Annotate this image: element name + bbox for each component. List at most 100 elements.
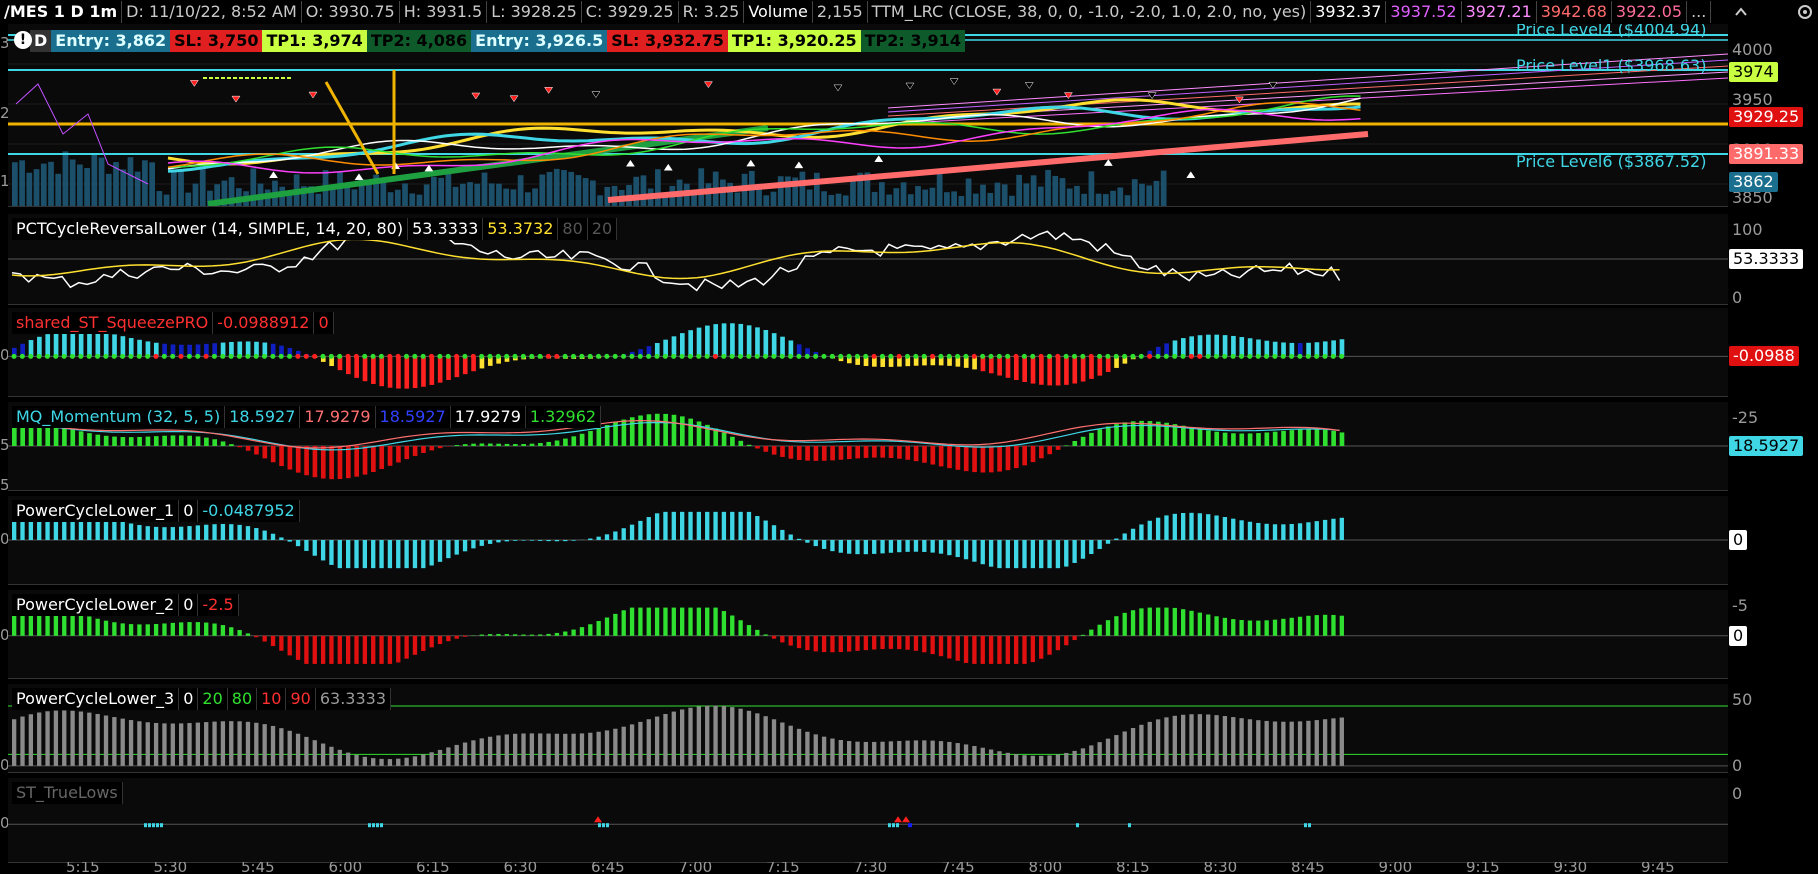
- study-title-pc3[interactable]: PowerCycleLower_3 0 20 80 10 90 63.3333: [12, 688, 392, 710]
- power-bar: [1114, 735, 1119, 766]
- volume-bar: [907, 194, 914, 206]
- squeeze-dot: [562, 353, 568, 359]
- study-title-squeeze[interactable]: shared_ST_SqueezePRO -0.0988912 0: [12, 312, 334, 334]
- study-canvas-pc2[interactable]: [8, 590, 1728, 678]
- study-panel-truelows[interactable]: ST_TrueLows: [8, 778, 1728, 863]
- histogram-bar: [847, 446, 852, 460]
- cycle-bar: [153, 623, 159, 636]
- alert-icon[interactable]: !: [14, 31, 32, 49]
- squeeze-dot: [646, 353, 652, 359]
- volume-bar: [1088, 171, 1095, 206]
- squeeze-dot: [879, 353, 885, 359]
- cycle-bar: [629, 524, 635, 540]
- cycle-bar: [705, 607, 710, 636]
- volume-bar: [893, 188, 900, 206]
- lrc-study-label[interactable]: TTM_LRC (CLOSE, 38, 0, 0, -1.0, -2.0, 1.…: [868, 1, 1312, 23]
- more-studies[interactable]: ...: [1687, 1, 1712, 23]
- cycle-bar: [1214, 515, 1219, 540]
- trade-d-label: D: [30, 30, 52, 52]
- power-bar: [529, 733, 535, 766]
- study-title-truelows[interactable]: ST_TrueLows: [12, 782, 123, 804]
- histogram-bar: [521, 443, 527, 446]
- collapse-up-icon[interactable]: [1728, 0, 1754, 24]
- cycle-bar: [847, 540, 852, 554]
- time-tick: 5:30: [153, 862, 188, 874]
- histogram-bar: [680, 416, 685, 446]
- cycle-bar: [329, 635, 334, 664]
- squeeze-dot: [788, 353, 794, 359]
- true-low-marker: [144, 823, 147, 828]
- power-bar: [563, 733, 568, 766]
- cycle-bar: [888, 635, 894, 649]
- left-scale-tick: 3: [0, 34, 8, 52]
- study-panel-squeeze[interactable]: shared_ST_SqueezePRO -0.0988912 0: [8, 308, 1728, 397]
- histogram-bar: [1197, 335, 1203, 357]
- signal-arrow-icon: [874, 155, 884, 162]
- study-panel-pc3[interactable]: PowerCycleLower_3 0 20 80 10 90 63.3333: [8, 684, 1728, 773]
- study-title-pc2[interactable]: PowerCycleLower_2 0 -2.5: [12, 594, 239, 616]
- cycle-bar: [955, 635, 960, 661]
- histogram-bar: [1097, 429, 1103, 446]
- squeeze-dot: [921, 353, 927, 359]
- cycle-bar: [554, 540, 560, 542]
- study-scale-pc3[interactable]: 50 0: [1728, 684, 1818, 775]
- squeeze-dot: [312, 353, 318, 359]
- histogram-bar: [237, 446, 243, 448]
- histogram-bar: [379, 356, 385, 387]
- study-scale-truelows[interactable]: 0: [1728, 778, 1818, 862]
- power-bar: [387, 759, 393, 766]
- study-panel-pc2[interactable]: PowerCycleLower_2 0 -2.5: [8, 590, 1728, 679]
- volume-bar: [192, 183, 199, 206]
- histogram-bar: [128, 338, 134, 357]
- histogram-bar: [1197, 428, 1203, 446]
- study-value: -2.5: [198, 594, 239, 616]
- histogram-bar: [162, 435, 167, 446]
- cycle-bar: [237, 630, 242, 636]
- volume-study-label[interactable]: Volume: [744, 1, 813, 23]
- volume-bar: [315, 193, 322, 206]
- squeeze-dot: [687, 353, 693, 359]
- cycle-bar: [596, 621, 601, 636]
- power-bar: [237, 721, 242, 766]
- symbol-label[interactable]: /MES 1 D 1m: [0, 1, 123, 23]
- cycle-bar: [362, 540, 368, 569]
- histogram-bar: [1322, 429, 1328, 446]
- study-canvas-truelows[interactable]: [8, 778, 1728, 862]
- cycle-bar: [988, 540, 994, 567]
- cycle-bar: [170, 527, 175, 540]
- study-value: 18.5927: [225, 406, 301, 428]
- cycle-bar: [204, 524, 209, 540]
- left-scale-tick: 0: [0, 755, 8, 774]
- gear-icon[interactable]: [1792, 0, 1818, 24]
- cycle-bar: [1331, 614, 1336, 636]
- cycle-bar: [680, 607, 685, 636]
- study-title-pc1[interactable]: PowerCycleLower_1 0 -0.0487952: [12, 500, 300, 522]
- cycle-bar: [604, 617, 610, 636]
- squeeze-dot: [395, 353, 401, 359]
- squeeze-dot: [145, 353, 151, 359]
- cycle-bar: [1005, 540, 1010, 569]
- study-panel-pc1[interactable]: PowerCycleLower_1 0 -0.0487952: [8, 496, 1728, 585]
- trade-entry-1: Entry: 3,862: [51, 30, 171, 52]
- volume-bar: [835, 193, 842, 206]
- histogram-bar: [1256, 339, 1261, 357]
- power-bar: [254, 722, 259, 766]
- cycle-bar: [1256, 620, 1261, 636]
- study-name: MQ_Momentum (32, 5, 5): [12, 406, 226, 428]
- signal-arrow-icon: [949, 78, 959, 86]
- cycle-bar: [838, 635, 843, 653]
- cycle-bar: [1281, 524, 1286, 540]
- cycle-bar: [1189, 610, 1194, 636]
- study-panel-mq[interactable]: MQ_Momentum (32, 5, 5) 18.5927 17.9279 18.5…: [8, 402, 1728, 491]
- study-panel-pct[interactable]: PCTCycleReversalLower (14, SIMPLE, 14, 2…: [8, 214, 1728, 305]
- histogram-bar: [137, 339, 142, 357]
- cycle-bar: [412, 635, 418, 655]
- cycle-bar: [137, 624, 142, 636]
- cycle-bar: [1139, 608, 1144, 636]
- study-title-pct[interactable]: PCTCycleReversalLower (14, SIMPLE, 14, 2…: [12, 218, 618, 240]
- power-bar: [487, 736, 493, 766]
- cycle-bar: [1047, 635, 1052, 655]
- power-bar: [1314, 720, 1319, 766]
- study-title-mq[interactable]: MQ_Momentum (32, 5, 5) 18.5927 17.9279 18.5…: [12, 406, 602, 428]
- time-axis[interactable]: 5:15 5:30 5:45 6:00 6:15 6:30 6:45 7:00 7:15 7:30…: [0, 862, 1818, 874]
